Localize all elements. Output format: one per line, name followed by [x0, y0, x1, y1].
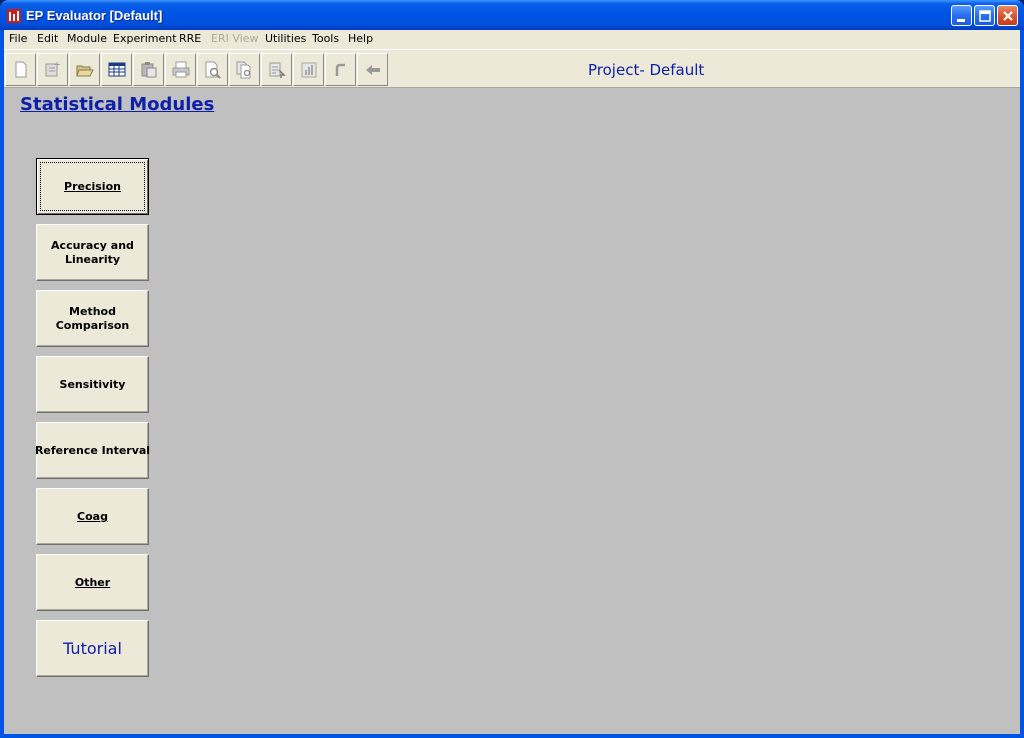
window-title: EP Evaluator [Default] — [26, 8, 163, 23]
minimize-icon — [957, 19, 965, 22]
toolbar-paste-button[interactable] — [133, 53, 164, 86]
toolbar-back-button[interactable] — [357, 53, 388, 86]
workspace: Statistical Modules Precision Accuracy a… — [4, 88, 1020, 734]
toolbar-report-button[interactable] — [261, 53, 292, 86]
menu-edit[interactable]: Edit — [37, 32, 58, 45]
open-icon — [76, 65, 94, 77]
app-icon — [7, 9, 21, 23]
other-button[interactable]: Other — [36, 554, 149, 611]
reference-interval-label: Reference Interval — [34, 443, 151, 457]
method-comparison-label: Method Comparison — [55, 304, 130, 332]
menu-experiment[interactable]: Experiment — [113, 32, 177, 45]
menu-bar: File Edit Module Experiment RRE ERI View… — [4, 30, 1020, 49]
reference-interval-button[interactable]: Reference Interval — [34, 422, 151, 479]
accuracy-linearity-label: Accuracy and Linearity — [51, 238, 134, 266]
minimize-button[interactable] — [951, 5, 972, 26]
toolbar: Project- Default — [4, 49, 1020, 88]
section-title-statistical-modules[interactable]: Statistical Modules — [20, 94, 214, 115]
menu-rre[interactable]: RRE — [179, 32, 201, 45]
toolbar-print-button[interactable] — [165, 53, 196, 86]
chart-icon — [301, 62, 317, 78]
method-comparison-button[interactable]: Method Comparison — [36, 290, 149, 347]
menu-help[interactable]: Help — [348, 32, 373, 45]
grid-icon — [108, 62, 126, 77]
menu-utilities[interactable]: Utilities — [265, 32, 306, 45]
report-icon — [269, 62, 286, 78]
toolbar-open-button[interactable] — [69, 53, 100, 86]
title-bar[interactable]: EP Evaluator [Default] — [0, 0, 1024, 30]
project-label: Project- Default — [588, 61, 705, 79]
other-label: Other — [74, 575, 111, 589]
toolbar-undo-button[interactable] — [325, 53, 356, 86]
close-button[interactable] — [997, 5, 1018, 26]
menu-module[interactable]: Module — [67, 32, 107, 45]
coag-label: Coag — [77, 509, 108, 523]
toolbar-chart-button[interactable] — [293, 53, 324, 86]
paste-icon — [141, 62, 157, 78]
new-record-icon — [45, 62, 60, 77]
copy-preview-icon — [236, 61, 251, 79]
print-icon — [172, 61, 190, 78]
close-icon — [1003, 11, 1013, 21]
focus-rectangle — [40, 162, 145, 211]
tutorial-label: Tutorial — [63, 638, 122, 658]
toolbar-new-button[interactable] — [5, 53, 36, 86]
sensitivity-label: Sensitivity — [59, 377, 126, 391]
maximize-button[interactable] — [974, 5, 995, 26]
toolbar-grid-button[interactable] — [101, 53, 132, 86]
sensitivity-button[interactable]: Sensitivity — [36, 356, 149, 413]
menu-eri-view: ERI View — [211, 32, 259, 45]
tutorial-button[interactable]: Tutorial — [36, 620, 149, 677]
precision-button[interactable]: Precision — [36, 158, 149, 215]
maximize-icon — [979, 10, 991, 22]
new-icon — [15, 61, 27, 78]
undo-icon — [335, 63, 345, 76]
print-preview-icon — [205, 61, 221, 79]
back-arrow-icon — [366, 65, 380, 75]
menu-tools[interactable]: Tools — [312, 32, 339, 45]
client-area: File Edit Module Experiment RRE ERI View… — [4, 30, 1020, 734]
accuracy-linearity-button[interactable]: Accuracy and Linearity — [36, 224, 149, 281]
menu-file[interactable]: File — [9, 32, 27, 45]
toolbar-copy-preview-button[interactable] — [229, 53, 260, 86]
toolbar-print-preview-button[interactable] — [197, 53, 228, 86]
app-window: EP Evaluator [Default] File Edit Module … — [0, 0, 1024, 738]
coag-button[interactable]: Coag — [36, 488, 149, 545]
toolbar-new-record-button[interactable] — [37, 53, 68, 86]
